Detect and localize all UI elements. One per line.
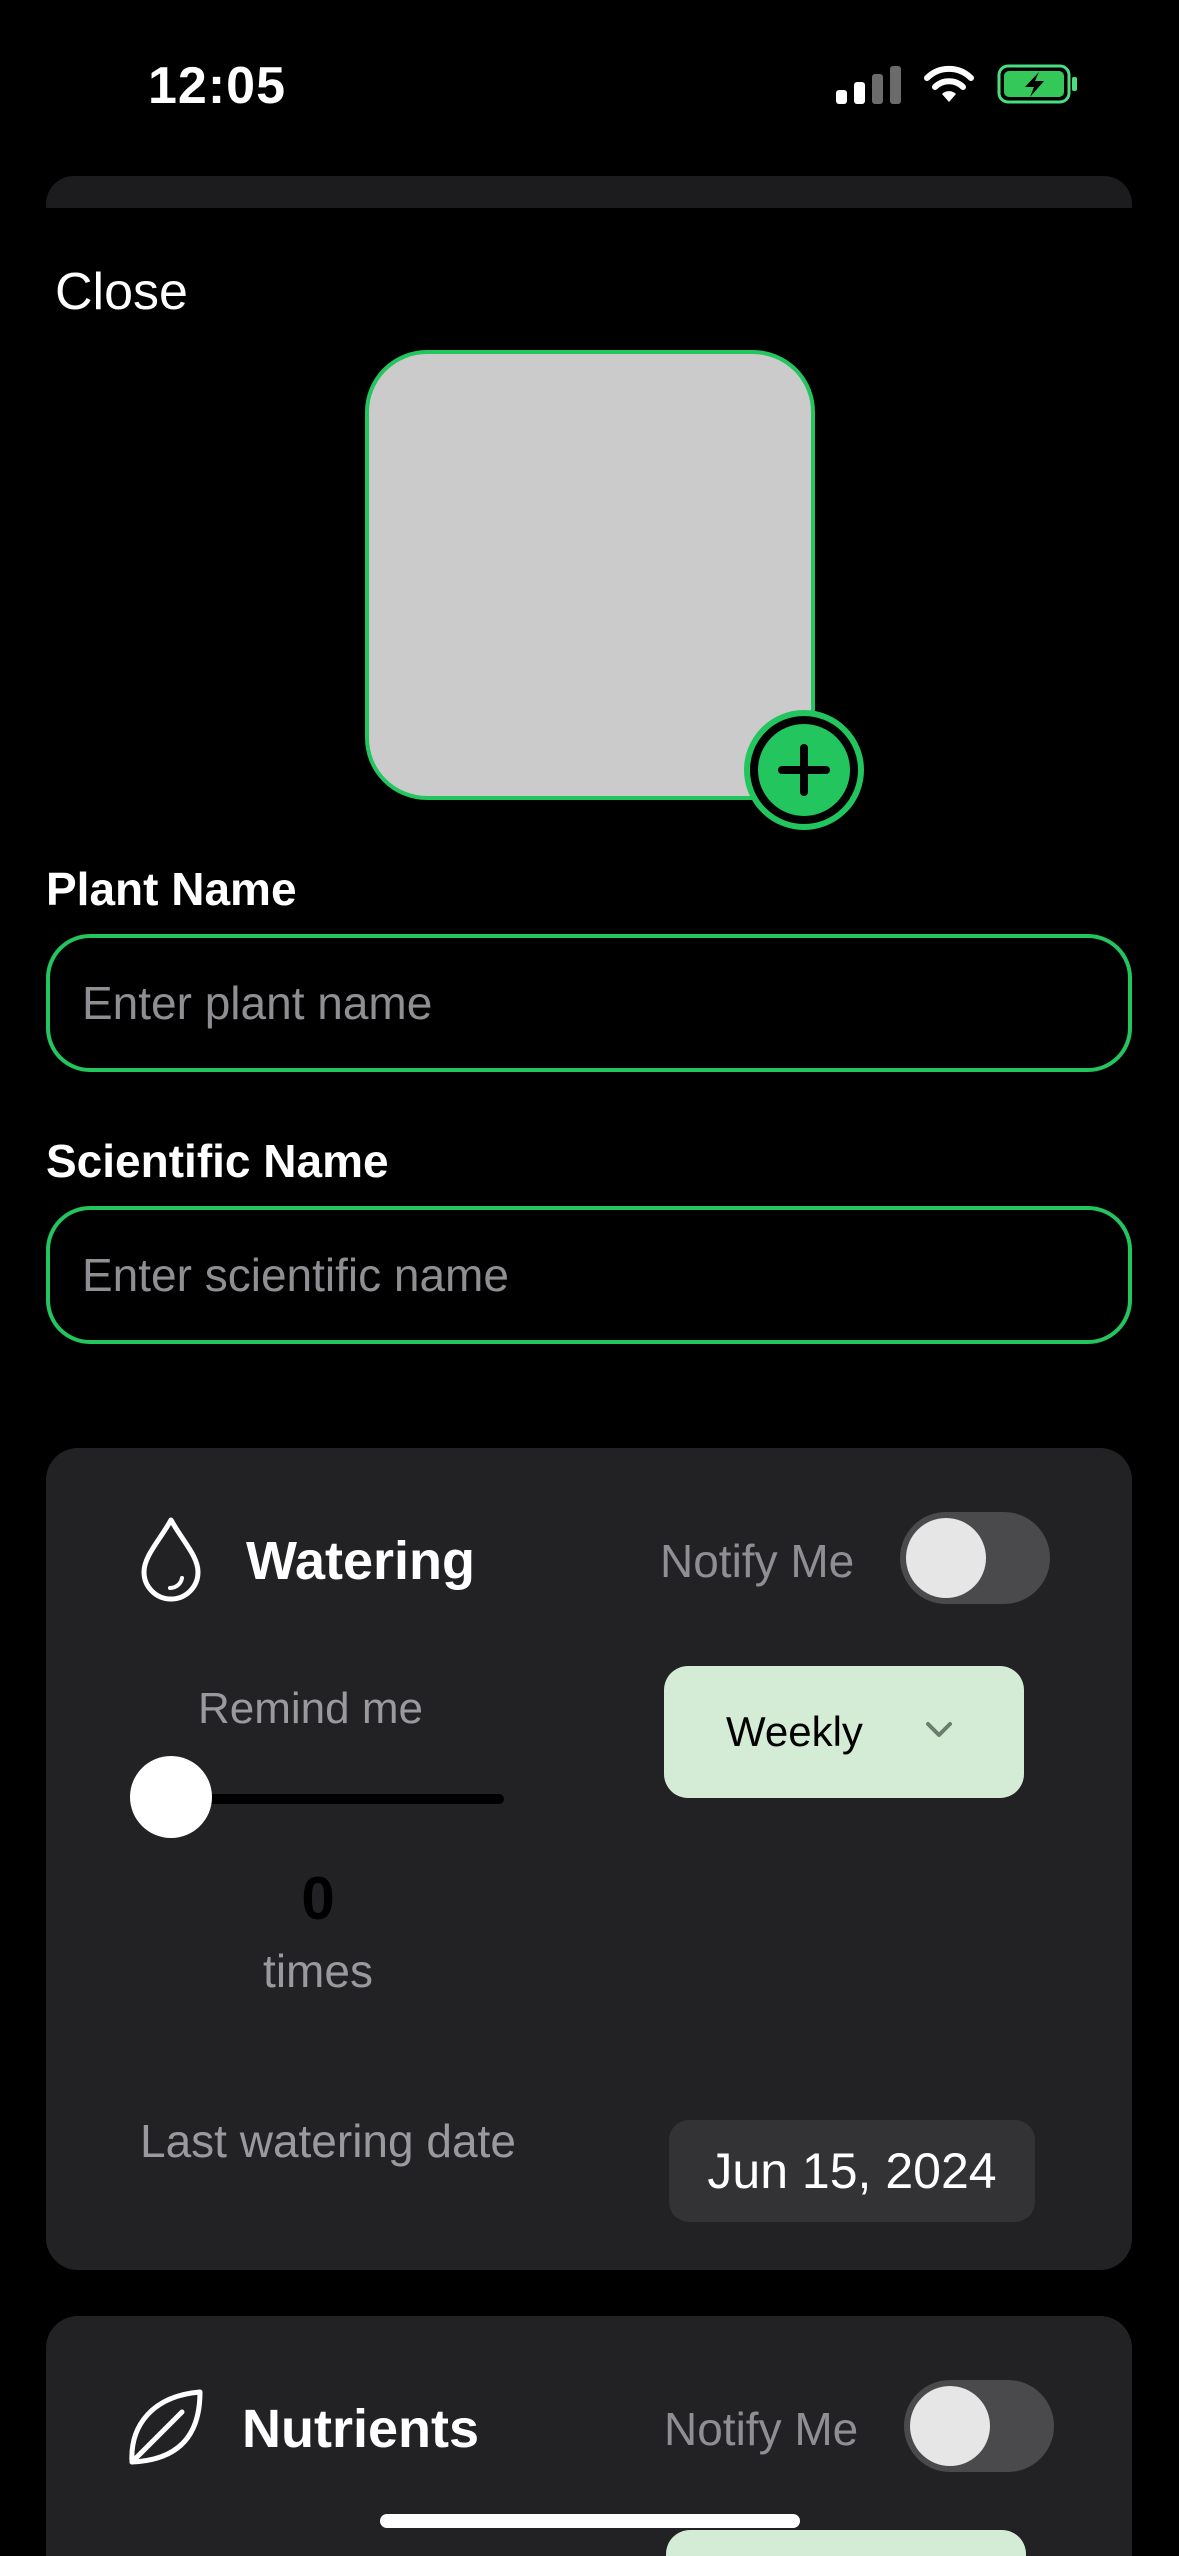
cellular-signal-icon	[836, 64, 901, 104]
water-drop-icon	[141, 1517, 201, 1602]
nutrients-title: Nutrients	[242, 2399, 480, 2459]
watering-notify-label: Notify Me	[660, 1535, 855, 1587]
chevron-down-icon	[926, 1722, 952, 1737]
home-indicator	[380, 2514, 800, 2528]
toggle-knob	[910, 2386, 990, 2466]
last-watering-date-picker[interactable]: Jun 15, 2024	[669, 2120, 1035, 2222]
watering-card: Watering Notify Me Remind me 0 times Wee…	[46, 1448, 1132, 2270]
remind-unit: times	[263, 1945, 373, 1997]
close-button[interactable]: Close	[55, 262, 188, 322]
plant-name-input[interactable]	[46, 934, 1132, 1072]
frequency-value: Weekly	[726, 1708, 863, 1755]
remind-count: 0	[301, 1865, 335, 1932]
scientific-name-label: Scientific Name	[46, 1135, 389, 1187]
wifi-icon	[924, 65, 974, 102]
leaf-icon	[129, 2389, 203, 2465]
frequency-select[interactable]: Weekly	[664, 1666, 1024, 1798]
add-plant-screen: 12:05 Close Plant Name S	[0, 0, 1179, 2556]
last-watering-date-label: Last watering date	[140, 2115, 516, 2167]
nutrients-notify-label: Notify Me	[664, 2403, 859, 2455]
sheet-top-edge	[46, 176, 1132, 208]
scientific-name-input[interactable]	[46, 1206, 1132, 1344]
plus-circle-icon	[758, 724, 850, 816]
nutrients-frequency-select[interactable]	[666, 2530, 1026, 2556]
remind-slider-track[interactable]	[172, 1794, 504, 1804]
remind-slider-thumb[interactable]	[130, 1756, 212, 1838]
status-time: 12:05	[148, 57, 286, 115]
watering-title: Watering	[246, 1531, 475, 1591]
add-photo-button[interactable]	[744, 710, 864, 830]
toggle-knob	[906, 1518, 986, 1598]
plant-photo-placeholder[interactable]	[365, 350, 815, 800]
nutrients-notify-toggle[interactable]	[904, 2380, 1054, 2472]
status-icons	[836, 64, 1079, 104]
plant-name-label: Plant Name	[46, 863, 297, 915]
remind-me-label: Remind me	[198, 1684, 423, 1733]
watering-notify-toggle[interactable]	[900, 1512, 1050, 1604]
battery-charging-icon	[997, 64, 1077, 104]
